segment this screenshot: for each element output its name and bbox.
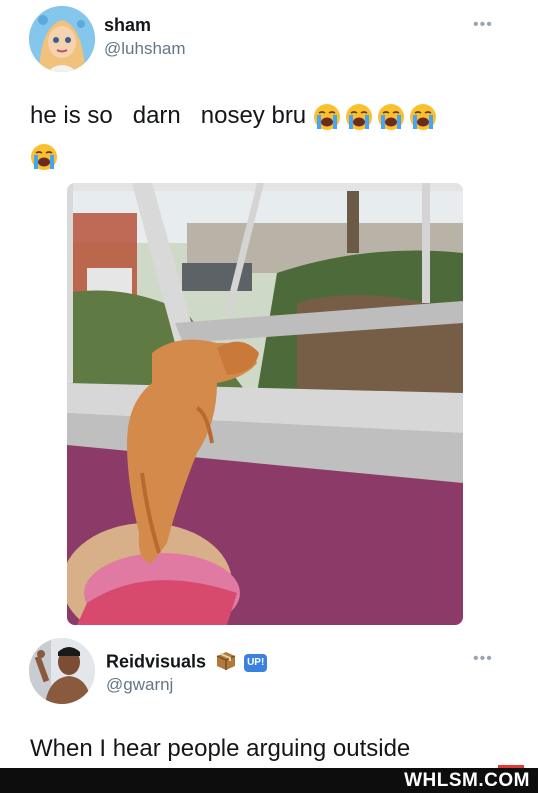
watermark-text: WHLSM.COM <box>404 770 530 791</box>
loudly-crying-face-icon <box>313 103 340 130</box>
more-options-icon[interactable]: ••• <box>473 16 493 34</box>
tweet-text: he is so darn nosey bru <box>30 98 437 134</box>
up-badge-label: UP! <box>247 656 265 668</box>
package-icon <box>215 650 237 675</box>
loudly-crying-face-icon <box>377 103 404 130</box>
avatar[interactable] <box>29 638 95 704</box>
user-handle[interactable]: @gwarnj <box>106 675 173 695</box>
more-options-icon[interactable]: ••• <box>473 650 493 668</box>
cat-at-window-photo-icon <box>67 183 463 625</box>
emoji-row <box>30 143 58 171</box>
user-handle[interactable]: @luhsham <box>104 39 186 59</box>
loudly-crying-face-icon <box>31 144 57 170</box>
tweet-text-line1: he is so darn nosey bru <box>30 102 307 129</box>
watermark-bar: WHLSM.COM <box>0 765 538 793</box>
loudly-crying-face-icon <box>345 103 372 130</box>
tweet-text: When I hear people arguing outside <box>30 735 411 762</box>
display-name[interactable]: sham <box>104 15 151 36</box>
man-selfie-avatar-icon <box>29 638 95 704</box>
display-name[interactable]: Reidvisuals <box>106 651 206 671</box>
avatar[interactable] <box>29 6 95 72</box>
display-name-row: Reidvisuals UP! <box>106 650 268 675</box>
loudly-crying-face-icon <box>409 103 436 130</box>
up-button-icon: UP! <box>244 653 268 672</box>
emoji-row <box>313 102 437 130</box>
tweet-photo[interactable] <box>67 183 463 625</box>
watermark-accent <box>498 765 524 768</box>
doll-avatar-icon <box>29 6 95 72</box>
